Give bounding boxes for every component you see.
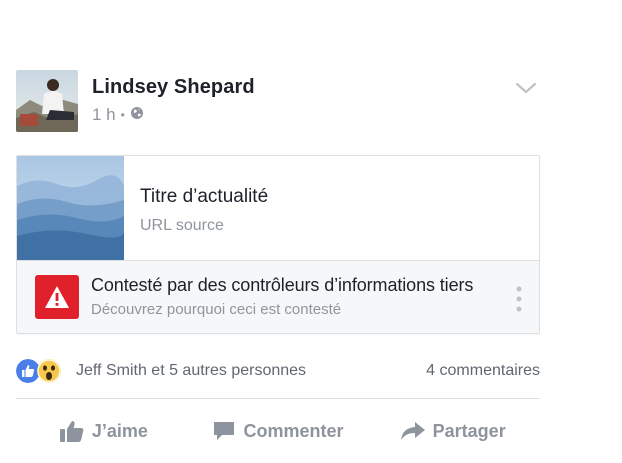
warning-icon: [35, 275, 79, 319]
author-name[interactable]: Lindsey Shepard: [92, 76, 255, 99]
comment-icon: [214, 422, 235, 440]
disputed-learn-more[interactable]: Découvrez pourquoi ceci est contesté: [91, 301, 473, 318]
avatar[interactable]: [16, 70, 78, 132]
share-label: Partager: [432, 420, 506, 441]
thumbs-up-icon: [59, 421, 84, 442]
like-button[interactable]: J’aime: [16, 419, 191, 443]
share-icon: [400, 422, 425, 440]
link-preview-top[interactable]: Titre d’actualité URL source: [17, 156, 539, 261]
reaction-icons[interactable]: [16, 359, 74, 383]
reactions-bar: Jeff Smith et 5 autres personnes 4 comme…: [16, 356, 540, 386]
comment-button[interactable]: Commenter: [191, 420, 366, 442]
post-header-text: Lindsey Shepard 1 h •: [92, 76, 255, 125]
post-header: Lindsey Shepard 1 h •: [16, 70, 540, 134]
like-label: J’aime: [91, 420, 148, 441]
meta-separator: •: [120, 108, 125, 122]
chevron-down-icon[interactable]: [514, 78, 538, 98]
disputed-text: Contesté par des contrôleurs d’informati…: [91, 275, 473, 318]
link-info: Titre d’actualité URL source: [124, 156, 268, 260]
news-feed-post: Lindsey Shepard 1 h • Titre d’actualité …: [16, 70, 540, 463]
comment-label: Commenter: [243, 420, 344, 441]
reaction-names[interactable]: Jeff Smith et 5 autres personnes: [76, 362, 306, 380]
disputed-title: Contesté par des contrôleurs d’informati…: [91, 274, 474, 295]
more-vertical-icon[interactable]: [515, 285, 523, 313]
link-source: URL source: [140, 217, 224, 234]
link-title[interactable]: Titre d’actualité: [140, 186, 268, 208]
link-preview-card[interactable]: Titre d’actualité URL source Contesté pa…: [16, 155, 540, 334]
share-button[interactable]: Partager: [365, 421, 540, 442]
disputed-notice[interactable]: Contesté par des contrôleurs d’informati…: [17, 261, 539, 333]
wow-reaction-icon: [37, 359, 61, 383]
comments-count[interactable]: 4 commentaires: [426, 362, 540, 380]
post-meta: 1 h •: [92, 105, 255, 125]
globe-icon[interactable]: [130, 105, 144, 125]
post-time[interactable]: 1 h: [92, 105, 116, 125]
post-actions: J’aime Commenter Partager: [16, 399, 540, 463]
link-thumbnail[interactable]: [17, 156, 124, 260]
